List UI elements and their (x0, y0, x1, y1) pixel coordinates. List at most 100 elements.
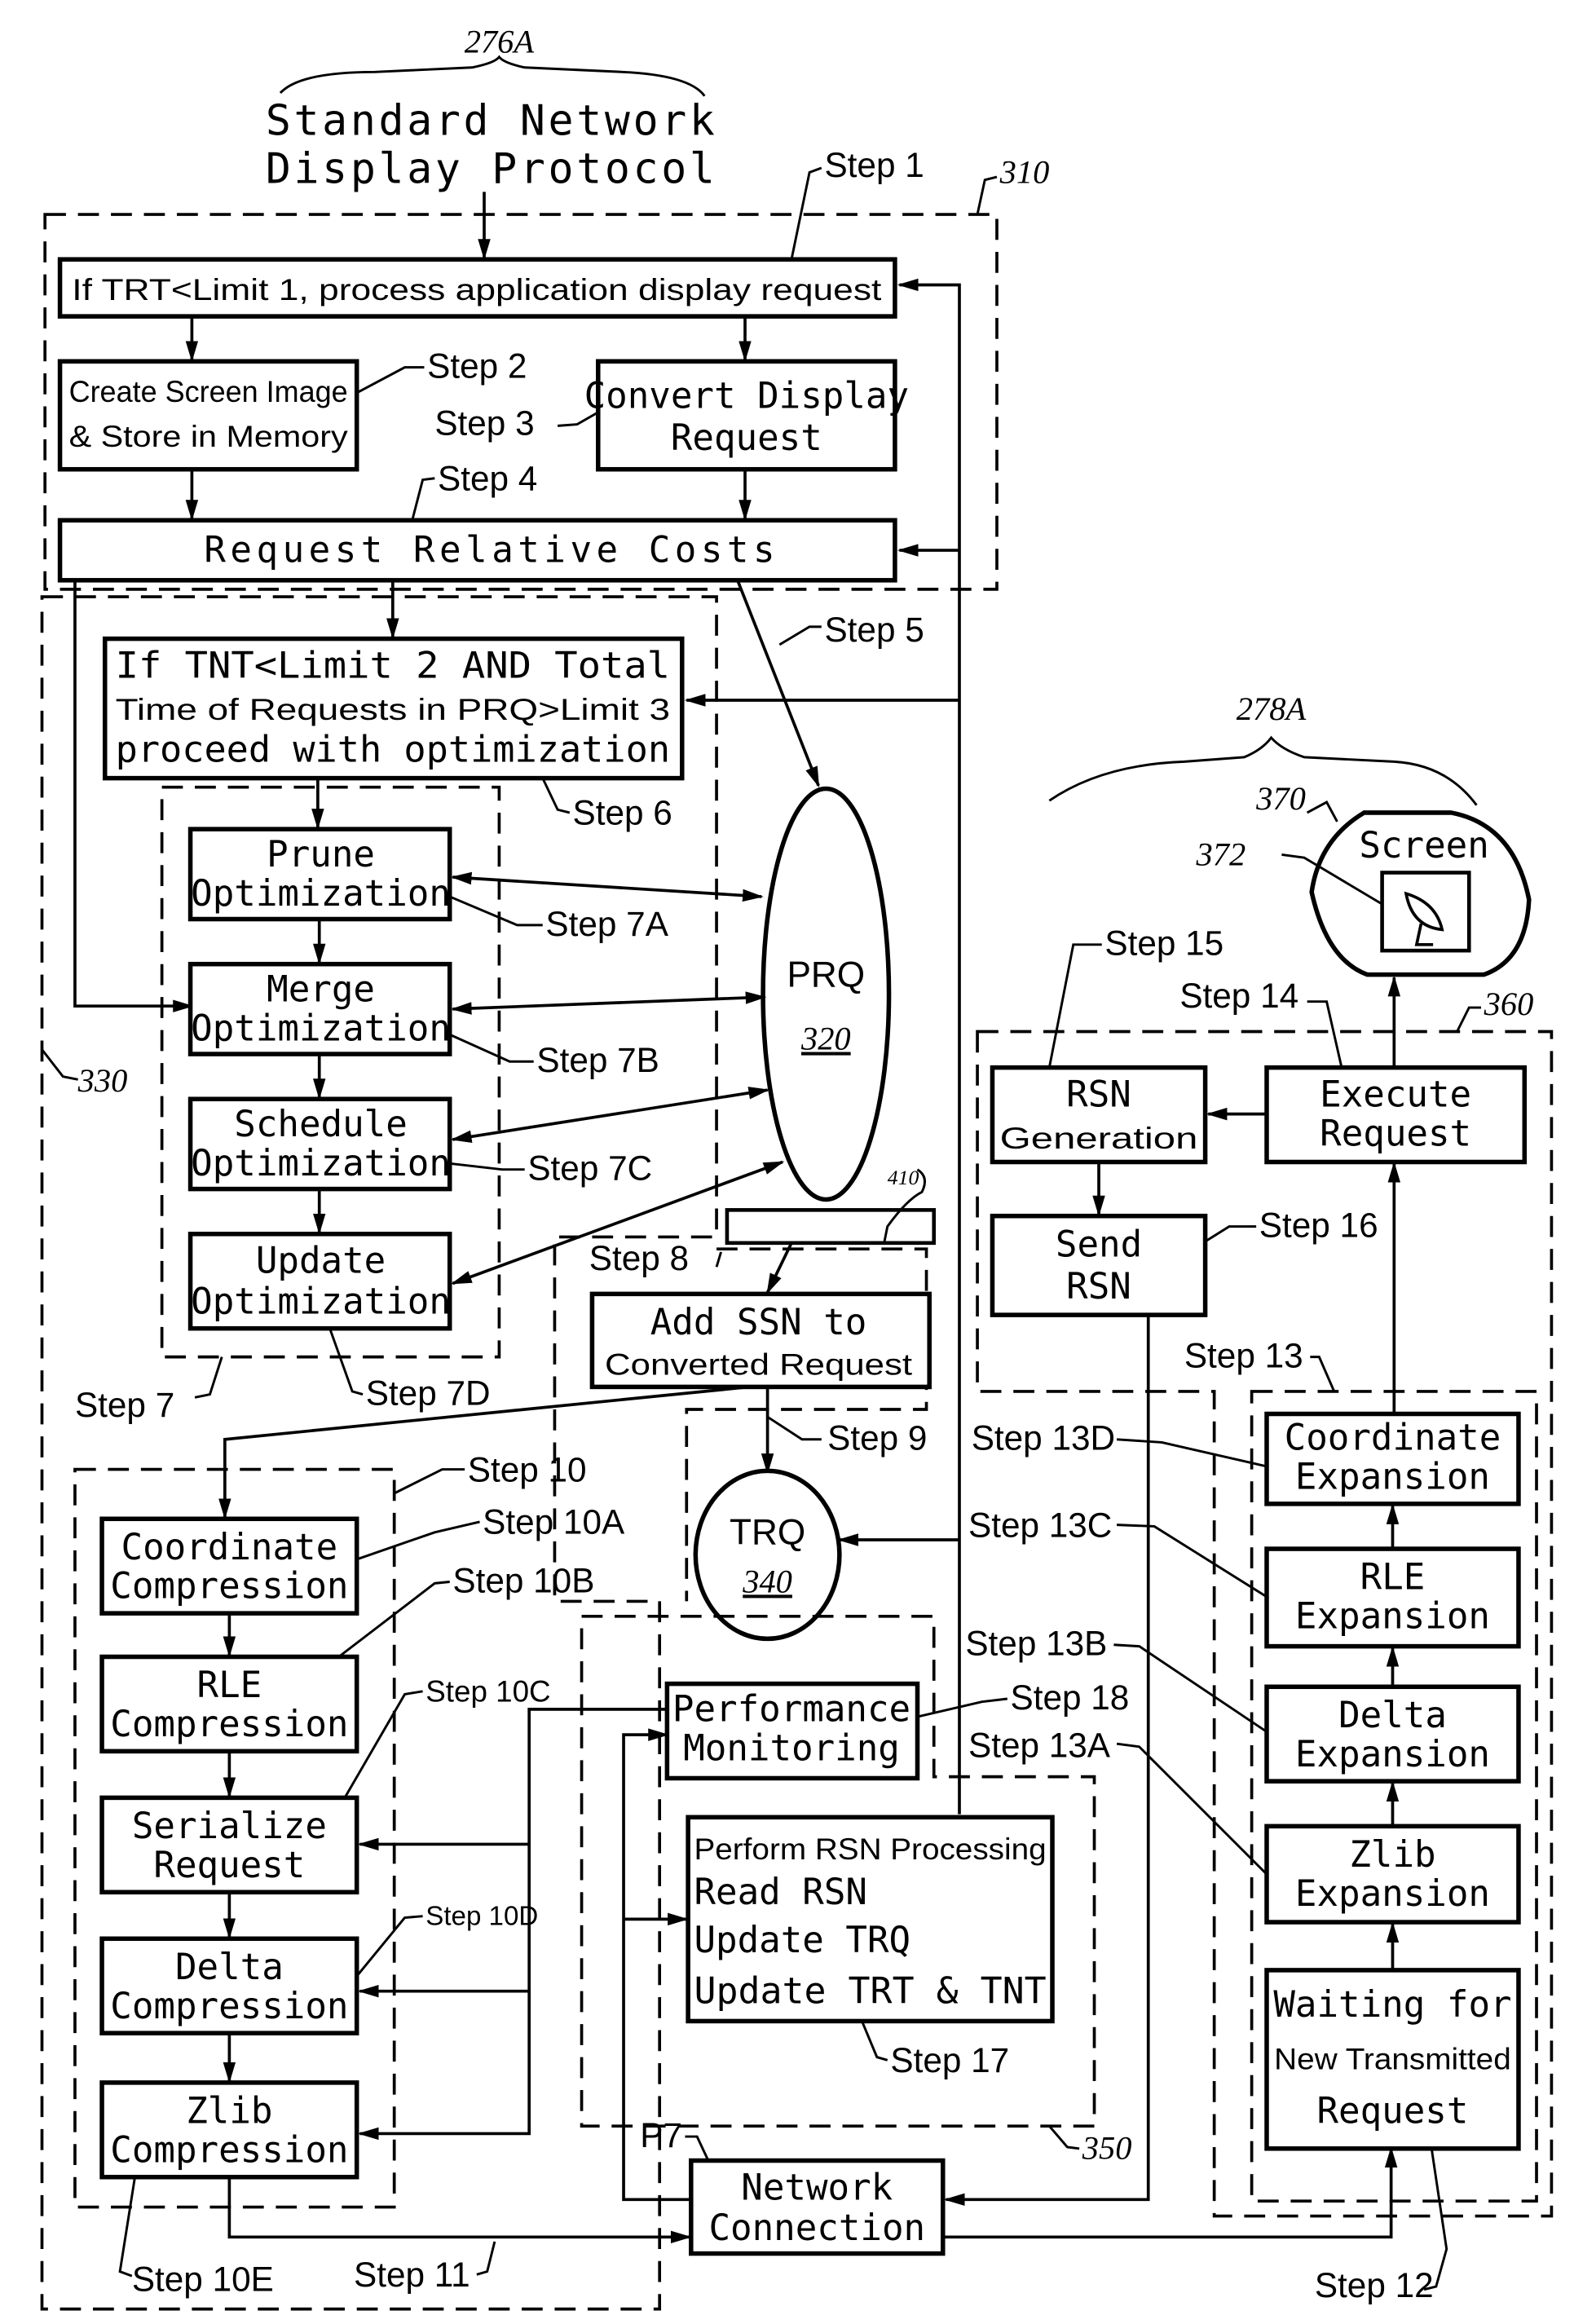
deltae-line2: Expansion (1295, 1734, 1490, 1775)
label-step7b: Step 7B (536, 1041, 659, 1079)
create-screen-line2: & Store in Memory (69, 420, 349, 453)
coorde-line1: Coordinate (1285, 1418, 1501, 1459)
ref-p7: P7 (640, 2116, 682, 2154)
label-step10: Step 10 (468, 1450, 587, 1488)
deltac-line2: Compression (110, 1986, 348, 2027)
zlibe-line1: Zlib (1349, 1834, 1435, 1876)
ref-370: 370 (1255, 780, 1306, 817)
label-step18: Step 18 (1011, 1678, 1130, 1717)
wait-line3: Request (1316, 2091, 1468, 2132)
relative-costs-text: Request Relative Costs (204, 530, 779, 571)
rsngen-line2: Generation (1000, 1122, 1198, 1155)
label-step10b: Step 10B (452, 1561, 594, 1599)
label-step1: Step 1 (824, 146, 924, 184)
label-step13c: Step 13C (968, 1506, 1112, 1544)
rlec-line1: RLE (197, 1665, 262, 1706)
merge-line2: Optimization (191, 1008, 451, 1050)
label-step5: Step 5 (824, 611, 924, 649)
wait-line1: Waiting for (1273, 1984, 1511, 2026)
deltae-line1: Delta (1338, 1695, 1447, 1736)
addssn-line2: Converted Request (605, 1348, 912, 1382)
trq-ref: 340 (742, 1563, 792, 1599)
net-line2: Connection (708, 2207, 925, 2249)
ref-360: 360 (1484, 986, 1534, 1022)
exec-line2: Request (1320, 1113, 1471, 1154)
serial-line2: Request (153, 1845, 305, 1886)
label-step11: Step 11 (354, 2256, 470, 2294)
rsngen-line1: RSN (1066, 1074, 1131, 1115)
label-step12: Step 12 (1315, 2266, 1434, 2304)
prq-label: PRQ (787, 955, 866, 994)
update-line2: Optimization (191, 1281, 451, 1322)
label-step13a: Step 13A (968, 1726, 1111, 1765)
rlee-line2: Expansion (1295, 1596, 1490, 1638)
net-line1: Network (741, 2167, 893, 2208)
rsnp-line4: Update TRT & TNT (694, 1970, 1046, 2012)
label-step7: Step 7 (75, 1386, 174, 1424)
label-step3: Step 3 (434, 404, 534, 442)
label-step9: Step 9 (827, 1419, 927, 1457)
deltac-line1: Delta (175, 1947, 284, 1988)
label-step17: Step 17 (890, 2041, 1009, 2079)
label-step16: Step 16 (1259, 1206, 1378, 1244)
trq-queue (693, 1468, 842, 1642)
schedule-line2: Optimization (191, 1143, 451, 1184)
serial-line1: Serialize (132, 1806, 327, 1847)
coordc-line1: Coordinate (121, 1527, 338, 1568)
sendrsn-line1: Send (1056, 1224, 1142, 1265)
rlec-line2: Compression (110, 1704, 348, 1745)
exec-line1: Execute (1320, 1074, 1471, 1115)
perf-line1: Performance (672, 1689, 910, 1731)
label-step4: Step 4 (438, 459, 537, 497)
label-step2: Step 2 (427, 347, 527, 386)
protocol-title-line1: Standard Network (266, 97, 718, 146)
tnt-line1: If TNT<Limit 2 AND Total (116, 645, 670, 686)
convert-line1: Convert Display (584, 375, 909, 417)
ref-350: 350 (1082, 2130, 1132, 2167)
label-step10a: Step 10A (483, 1503, 625, 1541)
label-step10c: Step 10C (425, 1675, 550, 1709)
label-step7c: Step 7C (527, 1149, 652, 1188)
step1-text: If TRT<Limit 1, process application disp… (72, 273, 881, 306)
label-step8: Step 8 (589, 1239, 689, 1277)
rsnp-line2: Read RSN (694, 1872, 867, 1913)
tnt-line2: Time of Requests in PRQ>Limit 3 (116, 693, 670, 726)
ref-410: 410 (888, 1166, 919, 1189)
label-step7a: Step 7A (545, 905, 668, 943)
label-step7d: Step 7D (366, 1374, 491, 1412)
label-step10e: Step 10E (132, 2260, 274, 2299)
wait-line2: New Transmitted (1274, 2042, 1511, 2075)
convert-line2: Request (671, 417, 822, 459)
zlibe-line2: Expansion (1295, 1873, 1490, 1915)
label-step13: Step 13 (1184, 1336, 1303, 1374)
coorde-line2: Expansion (1295, 1456, 1490, 1497)
merge-line1: Merge (267, 969, 375, 1011)
protocol-title-line2: Display Protocol (266, 144, 718, 193)
zlibc-line1: Zlib (186, 2091, 272, 2132)
tnt-line3: proceed with optimization (116, 729, 670, 770)
ref-330: 330 (77, 1062, 128, 1099)
element-410 (725, 1208, 937, 1246)
prune-line2: Optimization (191, 873, 451, 915)
ref-276a: 276A (465, 23, 535, 60)
label-step14: Step 14 (1179, 977, 1298, 1015)
label-step15: Step 15 (1104, 924, 1223, 963)
label-step6: Step 6 (573, 794, 672, 832)
screen-label: Screen (1359, 825, 1488, 867)
rsnp-line1: Perform RSN Processing (694, 1832, 1046, 1866)
ref-278a: 278A (1237, 690, 1307, 727)
rsnp-line3: Update TRQ (694, 1920, 910, 1961)
prq-ref: 320 (800, 1021, 851, 1057)
label-step13d: Step 13D (972, 1419, 1115, 1457)
zlibc-line2: Compression (110, 2129, 348, 2171)
coordc-line2: Compression (110, 1566, 348, 1607)
perf-line2: Monitoring (683, 1727, 900, 1769)
schedule-line1: Schedule (234, 1104, 408, 1145)
ref-310: 310 (999, 153, 1050, 190)
trq-label: TRQ (730, 1513, 805, 1553)
sendrsn-line2: RSN (1066, 1266, 1131, 1308)
brace-276a (279, 55, 706, 97)
prune-line1: Prune (267, 834, 375, 875)
label-step13b: Step 13B (965, 1625, 1107, 1663)
label-step10d: Step 10D (425, 1902, 538, 1932)
